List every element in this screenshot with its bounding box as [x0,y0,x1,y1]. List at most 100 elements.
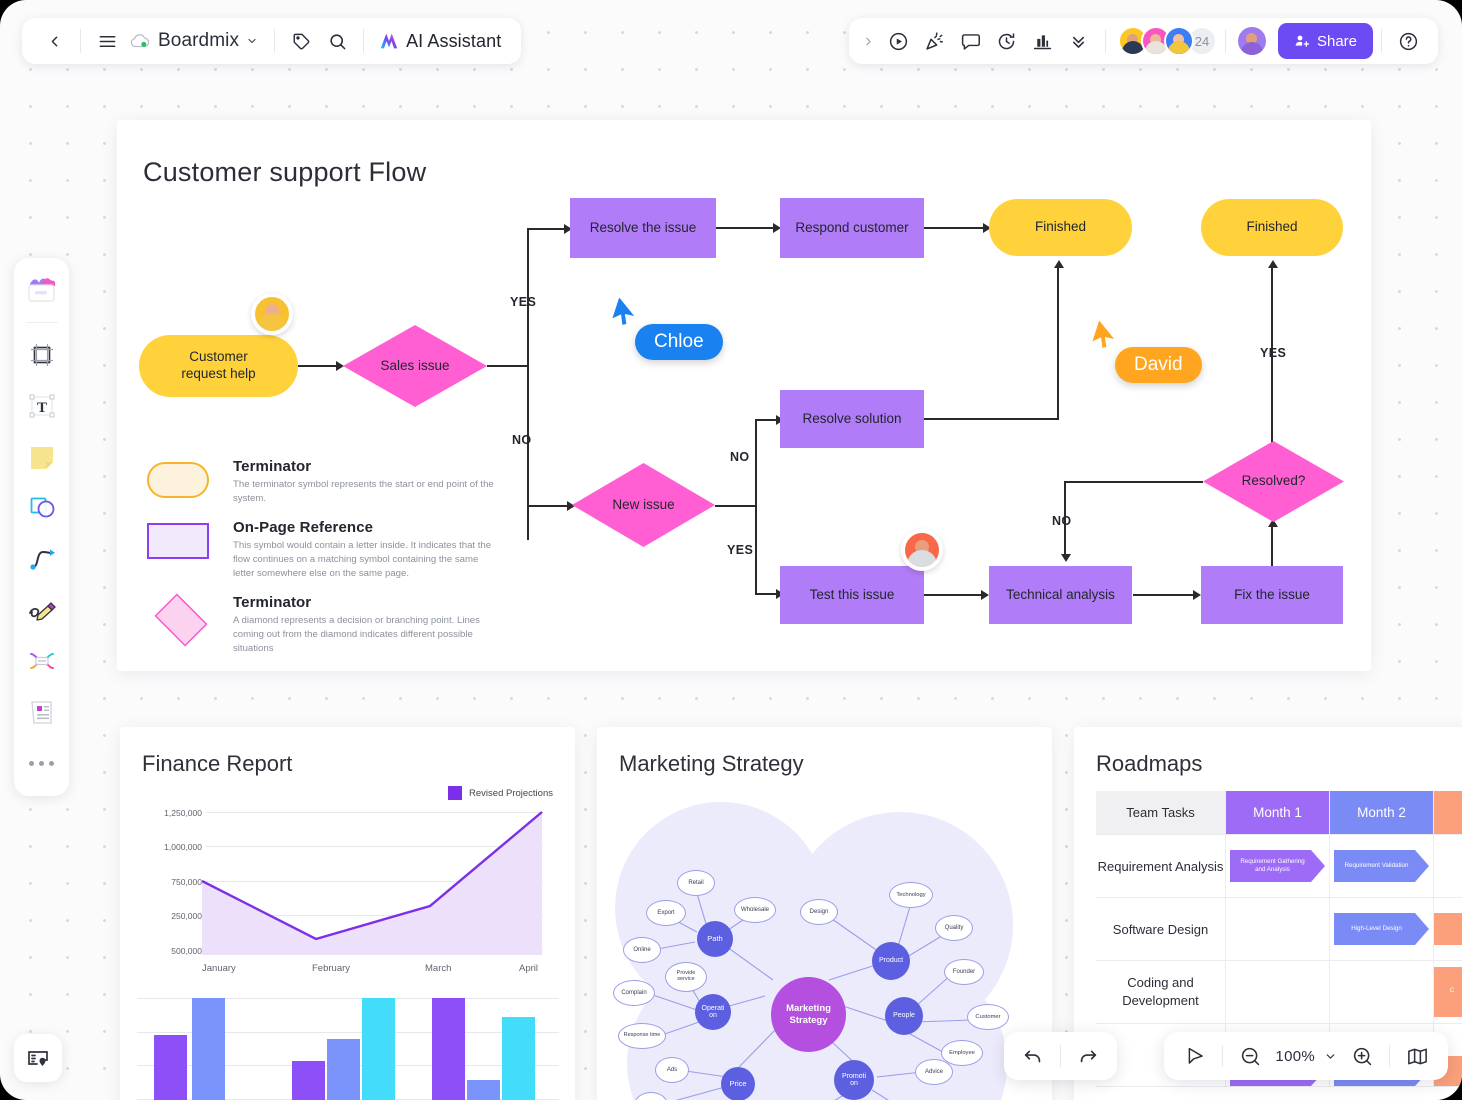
mindmap-leaf-online[interactable]: Online [623,937,661,963]
flow-node-respond-customer[interactable]: Respond customer [780,198,924,258]
avatar-canvas-2[interactable] [901,529,943,571]
help-circle-icon[interactable] [1390,23,1426,59]
present-icon[interactable] [881,23,917,59]
mindmap-branch-promotion[interactable]: Promoti on [834,1060,874,1100]
mindmap-leaf-export[interactable]: Export [646,900,686,926]
timer-icon[interactable] [989,23,1025,59]
cursor-pointer-icon[interactable] [1174,1037,1216,1075]
sticky-note-icon[interactable] [21,434,63,480]
cell-month-3[interactable] [1434,898,1462,961]
bar[interactable] [502,1017,535,1100]
flow-node-resolve-the-issue[interactable]: Resolve the issue [570,198,716,258]
avatar-canvas-1[interactable] [251,293,293,335]
search-icon[interactable] [319,23,355,59]
back-button[interactable] [36,23,72,59]
mindmap-branch-price[interactable]: Price [721,1067,755,1100]
flow-node-test-this-issue[interactable]: Test this issue [780,566,924,624]
mindmap-leaf-customer[interactable]: Customer [967,1004,1009,1030]
flow-node-technical-analysis[interactable]: Technical analysis [989,566,1132,624]
flow-node-sales-issue[interactable]: Sales issue [343,325,487,407]
mindmap-leaf-design[interactable]: Design [800,899,838,925]
zoom-in-icon[interactable] [1341,1037,1383,1075]
bar[interactable] [292,1061,325,1100]
comment-icon[interactable] [953,23,989,59]
mindmap-branch-people[interactable]: People [885,997,923,1035]
column-header-team-tasks[interactable]: Team Tasks [1096,791,1226,835]
avatar-current-user[interactable] [1235,25,1268,57]
legend-terminator-diamond[interactable]: Terminator A diamond represents a decisi… [147,593,497,656]
mindmap-leaf-technology[interactable]: Technology [889,882,933,908]
column-header-month-3[interactable]: Month 3 [1434,791,1462,835]
templates-icon[interactable] [21,268,63,314]
menu-button[interactable] [89,23,125,59]
column-header-month-2[interactable]: Month 2 [1330,791,1434,835]
mindmap-branch-product[interactable]: Product [872,942,910,980]
text-icon[interactable]: T [21,383,63,429]
cell-month-2[interactable] [1330,961,1434,1024]
bar[interactable] [362,998,395,1100]
mindmap-leaf-quality[interactable]: Quality [935,915,973,941]
mindmap-leaf-retail[interactable]: Retail [677,870,715,896]
bar[interactable] [432,998,465,1100]
document-icon[interactable] [21,689,63,735]
flowchart-card[interactable]: Customer support Flow Customer request h… [117,120,1371,671]
brand-menu[interactable]: Boardmix [125,30,266,52]
legend-onpage-reference[interactable]: On-Page Reference This symbol would cont… [147,519,497,581]
flow-node-customer-request-help[interactable]: Customer request help [139,335,298,397]
mindmap-leaf-advice[interactable]: Advice [915,1059,953,1085]
shapes-icon[interactable] [21,485,63,531]
zoom-level-label[interactable]: 100% [1271,1048,1319,1065]
share-button[interactable]: Share [1277,23,1373,59]
redo-icon[interactable] [1067,1037,1109,1075]
cell-month-2[interactable]: High-Level Design [1330,898,1434,961]
minimap-location-icon[interactable] [14,1034,62,1082]
table-row[interactable]: Software Design High-Level Design [1096,898,1462,961]
mindmap-branch-path[interactable]: Path [697,921,733,957]
collaborator-avatars[interactable]: 24 [1114,26,1217,56]
bar[interactable] [154,1035,187,1100]
gantt-bar-high-level-design[interactable]: High-Level Design [1334,913,1429,945]
legend-terminator-rounded[interactable]: Terminator The terminator symbol represe… [147,458,497,506]
pen-icon[interactable] [21,587,63,633]
mindmap-canvas[interactable]: Retail Export Wholesale Online Path Prov… [597,782,1052,1100]
table-row[interactable]: Coding and Development C [1096,961,1462,1024]
ai-assistant-button[interactable]: AI Assistant [372,30,507,52]
column-header-month-1[interactable]: Month 1 [1226,791,1330,835]
bar[interactable] [192,998,225,1100]
expand-right-icon[interactable] [857,23,881,59]
mindmap-leaf-provide-service[interactable]: Provide service [665,962,707,992]
avatar-user-3[interactable] [1163,26,1194,56]
zoom-out-icon[interactable] [1229,1037,1271,1075]
mindmap-leaf-wholesale[interactable]: Wholesale [734,897,776,923]
frame-icon[interactable] [21,332,63,378]
finance-report-card[interactable]: Finance Report Revised Projections 1,250… [120,727,575,1100]
map-icon[interactable] [1396,1037,1438,1075]
mindmap-icon[interactable] [21,638,63,684]
more-tools-icon[interactable] [21,740,63,786]
gantt-bar-requirement-validation[interactable]: Requirement Validation [1334,850,1429,882]
mindmap-center-marketing-strategy[interactable]: Marketing Strategy [771,977,846,1052]
gantt-bar-coding[interactable]: C [1434,967,1462,1017]
mindmap-branch-operation[interactable]: Operati on [695,994,731,1030]
cell-month-1[interactable]: Requirement Gathering and Analysis [1226,835,1330,898]
chevron-down-icon[interactable] [1319,1037,1341,1075]
flow-node-resolved[interactable]: Resolved? [1203,441,1344,522]
flow-node-new-issue[interactable]: New issue [572,463,715,547]
tag-icon[interactable] [283,23,319,59]
flow-node-resolve-solution[interactable]: Resolve solution [780,390,924,448]
cell-month-3[interactable] [1434,835,1462,898]
mindmap-leaf-complain[interactable]: Complain [613,980,655,1006]
mindmap-leaf-ads-price[interactable]: Ads [655,1057,689,1083]
flow-node-fix-the-issue[interactable]: Fix the issue [1201,566,1343,624]
flow-node-finished-1[interactable]: Finished [989,199,1132,256]
connector-icon[interactable] [21,536,63,582]
mindmap-leaf-response-time[interactable]: Response time [618,1023,666,1049]
cell-month-1[interactable] [1226,961,1330,1024]
cell-month-3[interactable]: C [1434,961,1462,1024]
table-row[interactable]: Requirement Analysis Requirement Gatheri… [1096,835,1462,898]
gantt-bar-requirement-gathering[interactable]: Requirement Gathering and Analysis [1230,850,1325,882]
marketing-strategy-card[interactable]: Marketing Strategy Retail Export Wholesa… [597,727,1052,1100]
chart-icon[interactable] [1025,23,1061,59]
undo-icon[interactable] [1012,1037,1054,1075]
cell-month-1[interactable] [1226,898,1330,961]
